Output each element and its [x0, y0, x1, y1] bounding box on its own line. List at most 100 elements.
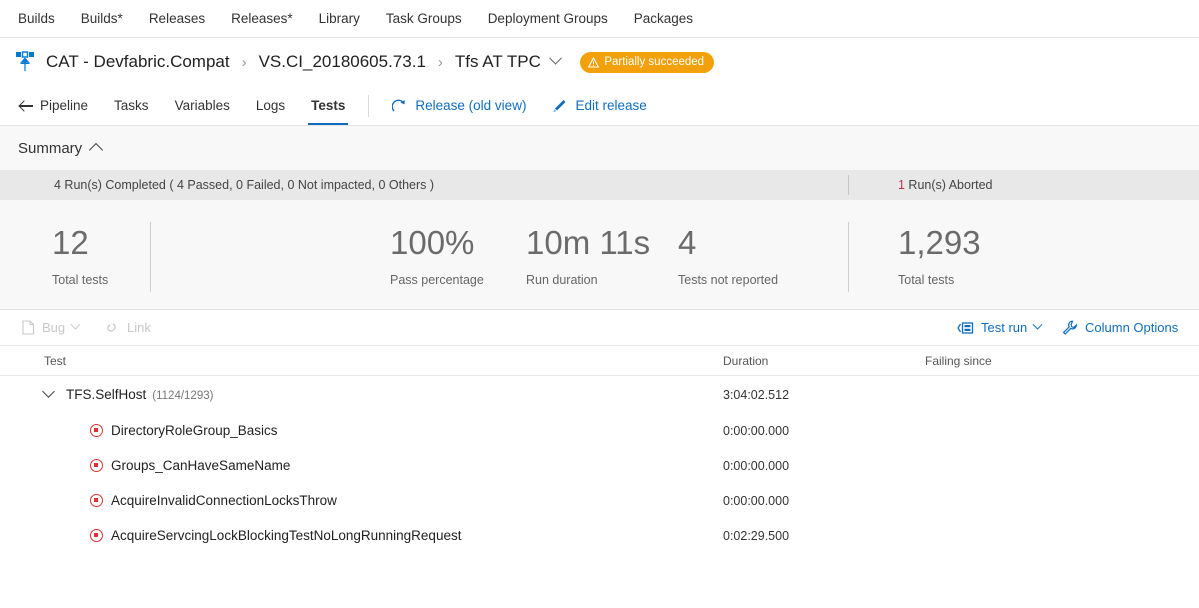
metric-tests-not-reported-label: Tests not reported — [678, 273, 778, 287]
metric-total-tests-right-label: Total tests — [898, 273, 981, 287]
wrench-icon — [1062, 320, 1078, 335]
pencil-icon — [552, 99, 567, 113]
summary-title: Summary — [18, 140, 82, 157]
nav-item-releases-star[interactable]: Releases* — [231, 11, 293, 26]
tab-logs[interactable]: Logs — [243, 86, 298, 125]
arrow-left-icon — [20, 100, 33, 111]
test-duration: 0:02:29.500 — [723, 529, 789, 543]
release-tests-page: Builds Builds* Releases Releases* Librar… — [0, 0, 1199, 608]
tab-bar: Pipeline Tasks Variables Logs Tests Rele… — [0, 86, 1199, 126]
command-bar: Bug Link Test run Column Options — [0, 310, 1199, 346]
tab-variables[interactable]: Variables — [162, 86, 243, 125]
tab-divider — [368, 95, 369, 117]
column-options-label: Column Options — [1085, 320, 1178, 335]
link-button[interactable]: Link — [103, 320, 151, 335]
link-button-label: Link — [127, 320, 151, 335]
bug-button[interactable]: Bug — [22, 320, 79, 335]
nav-item-task-groups[interactable]: Task Groups — [386, 11, 462, 26]
test-run-groupby-label: Test run — [981, 320, 1027, 335]
metric-pass-percentage: 100% Pass percentage — [390, 223, 484, 287]
status-badge-label: Partially succeeded — [604, 56, 704, 68]
nav-item-deployment-groups[interactable]: Deployment Groups — [488, 11, 608, 26]
summary-header[interactable]: Summary — [0, 126, 1199, 170]
aborted-runs-label: Run(s) Aborted — [905, 178, 993, 192]
aborted-icon — [90, 424, 103, 437]
completed-runs-text: 4 Run(s) Completed ( 4 Passed, 0 Failed,… — [0, 178, 434, 192]
breadcrumb-build[interactable]: VS.CI_20180605.73.1 — [259, 52, 426, 72]
tab-tests[interactable]: Tests — [298, 86, 358, 125]
nav-item-library[interactable]: Library — [319, 11, 360, 26]
release-old-view-label: Release (old view) — [415, 98, 526, 113]
column-header-duration[interactable]: Duration — [723, 354, 768, 368]
breadcrumb-separator-1: › — [240, 54, 249, 71]
metric-pass-percentage-value: 100% — [390, 223, 484, 263]
test-name: Groups_CanHaveSameName — [111, 458, 290, 473]
nav-item-releases[interactable]: Releases — [149, 11, 205, 26]
table-row[interactable]: AcquireServcingLockBlockingTestNoLongRun… — [0, 518, 1199, 553]
aborted-icon — [90, 529, 103, 542]
breadcrumb-separator-2: › — [436, 54, 445, 71]
metric-tests-not-reported-value: 4 — [678, 223, 778, 263]
aborted-icon — [90, 459, 103, 472]
group-name-label: TFS.SelfHost — [66, 387, 146, 402]
top-navigation: Builds Builds* Releases Releases* Librar… — [0, 0, 1199, 38]
release-old-view-button[interactable]: Release (old view) — [379, 86, 539, 125]
group-name: TFS.SelfHost (1124/1293) — [66, 387, 213, 402]
aborted-icon — [90, 494, 103, 507]
table-group-row[interactable]: TFS.SelfHost (1124/1293) 3:04:02.512 — [0, 376, 1199, 413]
release-rocket-icon — [14, 50, 36, 74]
bug-button-label: Bug — [42, 320, 65, 335]
metric-run-duration-label: Run duration — [526, 273, 650, 287]
metric-total-tests-left-label: Total tests — [52, 273, 108, 287]
metric-pass-percentage-label: Pass percentage — [390, 273, 484, 287]
column-header-test[interactable]: Test — [44, 354, 66, 368]
breadcrumb-project[interactable]: CAT - Devfabric.Compat — [46, 52, 230, 72]
edit-release-label: Edit release — [575, 98, 646, 113]
results-table-body: TFS.SelfHost (1124/1293) 3:04:02.512 Dire… — [0, 376, 1199, 553]
chevron-down-icon[interactable] — [42, 385, 55, 398]
column-header-failing-since[interactable]: Failing since — [925, 354, 992, 368]
table-row[interactable]: DirectoryRoleGroup_Basics 0:00:00.000 — [0, 413, 1199, 448]
status-badge: Partially succeeded — [580, 52, 714, 73]
metric-total-tests-left: 12 Total tests — [52, 223, 108, 287]
chevron-up-icon[interactable] — [89, 143, 103, 157]
column-options-button[interactable]: Column Options — [1062, 320, 1178, 335]
group-duration: 3:04:02.512 — [723, 388, 789, 402]
chevron-down-icon — [549, 52, 562, 65]
tab-tasks[interactable]: Tasks — [101, 86, 162, 125]
bug-file-icon — [22, 320, 35, 335]
edit-release-button[interactable]: Edit release — [539, 86, 659, 125]
test-name: AcquireServcingLockBlockingTestNoLongRun… — [111, 528, 461, 543]
metric-total-tests-right-value: 1,293 — [898, 223, 981, 263]
run-status-bar: 4 Run(s) Completed ( 4 Passed, 0 Failed,… — [0, 170, 1199, 200]
breadcrumb-stage-selector[interactable]: Tfs AT TPC — [455, 52, 560, 72]
metric-run-duration-value: 10m 11s — [526, 223, 650, 263]
run-bar-divider — [848, 175, 849, 195]
test-duration: 0:00:00.000 — [723, 494, 789, 508]
nav-item-builds-star[interactable]: Builds* — [81, 11, 123, 26]
nav-item-packages[interactable]: Packages — [634, 11, 693, 26]
metrics-panel: 12 Total tests 12 Passed 0 Failed 0 — [0, 200, 1199, 310]
test-run-groupby-button[interactable]: Test run — [957, 320, 1041, 335]
table-row[interactable]: Groups_CanHaveSameName 0:00:00.000 — [0, 448, 1199, 483]
tab-pipeline-label: Pipeline — [40, 98, 88, 113]
group-count: (1124/1293) — [152, 390, 213, 402]
chevron-down-icon[interactable] — [71, 320, 81, 330]
metrics-divider-2 — [848, 222, 849, 292]
test-name: DirectoryRoleGroup_Basics — [111, 423, 278, 438]
link-icon — [103, 321, 120, 334]
breadcrumb-stage-label: Tfs AT TPC — [455, 52, 541, 71]
group-by-icon — [957, 321, 974, 335]
metric-tests-not-reported: 4 Tests not reported — [678, 223, 778, 287]
table-row[interactable]: AcquireInvalidConnectionLocksThrow 0:00:… — [0, 483, 1199, 518]
redirect-arrow-icon — [392, 99, 407, 113]
tab-pipeline-back[interactable]: Pipeline — [16, 86, 101, 125]
breadcrumb: CAT - Devfabric.Compat › VS.CI_20180605.… — [0, 38, 1199, 86]
warning-triangle-icon — [588, 57, 599, 68]
aborted-runs-count: 1 — [898, 178, 905, 192]
test-duration: 0:00:00.000 — [723, 459, 789, 473]
test-name: AcquireInvalidConnectionLocksThrow — [111, 493, 337, 508]
aborted-runs-text: 1 Run(s) Aborted — [898, 178, 993, 192]
nav-item-builds[interactable]: Builds — [18, 11, 55, 26]
chevron-down-icon[interactable] — [1033, 320, 1043, 330]
